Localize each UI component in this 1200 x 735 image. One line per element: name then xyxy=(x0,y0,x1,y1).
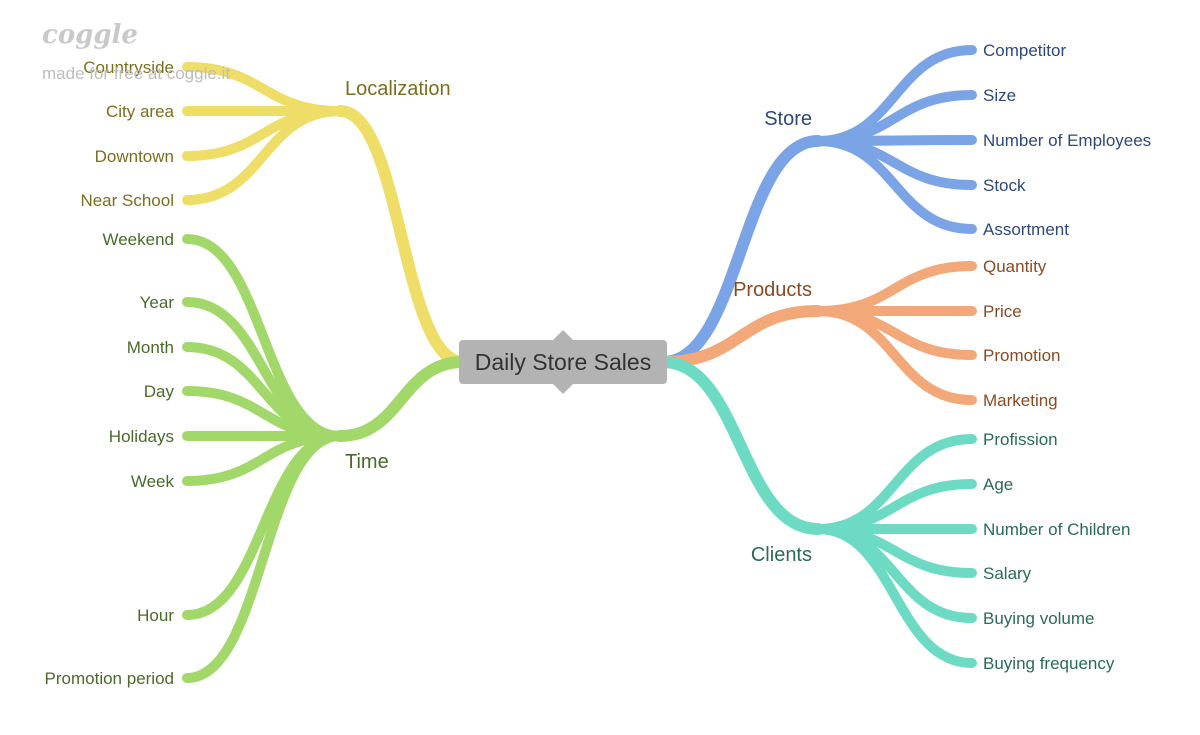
clients-trunk-edge xyxy=(657,356,824,535)
clients-child-label[interactable]: Profission xyxy=(983,430,1058,449)
time-leaf-edge xyxy=(182,234,345,441)
clients-child-label[interactable]: Salary xyxy=(983,564,1032,583)
localization-branch-label[interactable]: Localization xyxy=(345,78,451,100)
clients-branch-label[interactable]: Clients xyxy=(751,544,812,566)
coggle-logo[interactable]: coggle xyxy=(42,20,138,50)
clients-child-label[interactable]: Number of Children xyxy=(983,520,1130,539)
time-child-label[interactable]: Holidays xyxy=(109,427,174,446)
time-child-label[interactable]: Week xyxy=(131,472,175,491)
products-trunk-edge xyxy=(657,305,824,368)
store-trunk-edge xyxy=(657,135,824,368)
products-child-label[interactable]: Marketing xyxy=(983,391,1058,410)
time-child-label[interactable]: Weekend xyxy=(102,230,174,249)
time-child-label[interactable]: Day xyxy=(144,382,175,401)
products-leaf-edge xyxy=(813,261,977,316)
localization-child-label[interactable]: Downtown xyxy=(95,147,174,166)
products-branch-label[interactable]: Products xyxy=(733,279,812,301)
store-child-label[interactable]: Size xyxy=(983,86,1016,105)
store-child-label[interactable]: Assortment xyxy=(983,220,1069,239)
root-node[interactable]: Daily Store Sales xyxy=(459,330,667,394)
mind-map-canvas: CountrysideCity areaDowntownNear SchoolL… xyxy=(45,41,1152,688)
localization-child-label[interactable]: Near School xyxy=(80,191,174,210)
products-child-label[interactable]: Quantity xyxy=(983,257,1047,276)
products-child-label[interactable]: Price xyxy=(983,302,1022,321)
time-branch-label[interactable]: Time xyxy=(345,451,389,473)
time-leaf-edge xyxy=(182,431,345,683)
time-trunk-edge xyxy=(334,356,469,442)
store-child-label[interactable]: Stock xyxy=(983,176,1026,195)
time-child-label[interactable]: Year xyxy=(140,293,175,312)
time-child-label[interactable]: Month xyxy=(127,338,174,357)
time-child-label[interactable]: Hour xyxy=(137,606,174,625)
localization-child-label[interactable]: City area xyxy=(106,102,175,121)
root-node-label: Daily Store Sales xyxy=(475,349,651,375)
store-branch-label[interactable]: Store xyxy=(764,108,812,130)
clients-child-label[interactable]: Age xyxy=(983,475,1013,494)
localization-trunk-edge xyxy=(334,105,469,368)
clients-child-label[interactable]: Buying volume xyxy=(983,609,1095,628)
root-node-top-notch xyxy=(553,330,573,340)
coggle-tagline[interactable]: made for free at coggle.it xyxy=(42,64,230,84)
time-child-label[interactable]: Promotion period xyxy=(45,669,174,688)
root-node-bottom-notch xyxy=(553,384,573,394)
store-child-label[interactable]: Competitor xyxy=(983,41,1066,60)
clients-child-label[interactable]: Buying frequency xyxy=(983,654,1115,673)
store-child-label[interactable]: Number of Employees xyxy=(983,131,1151,150)
products-child-label[interactable]: Promotion xyxy=(983,346,1060,365)
